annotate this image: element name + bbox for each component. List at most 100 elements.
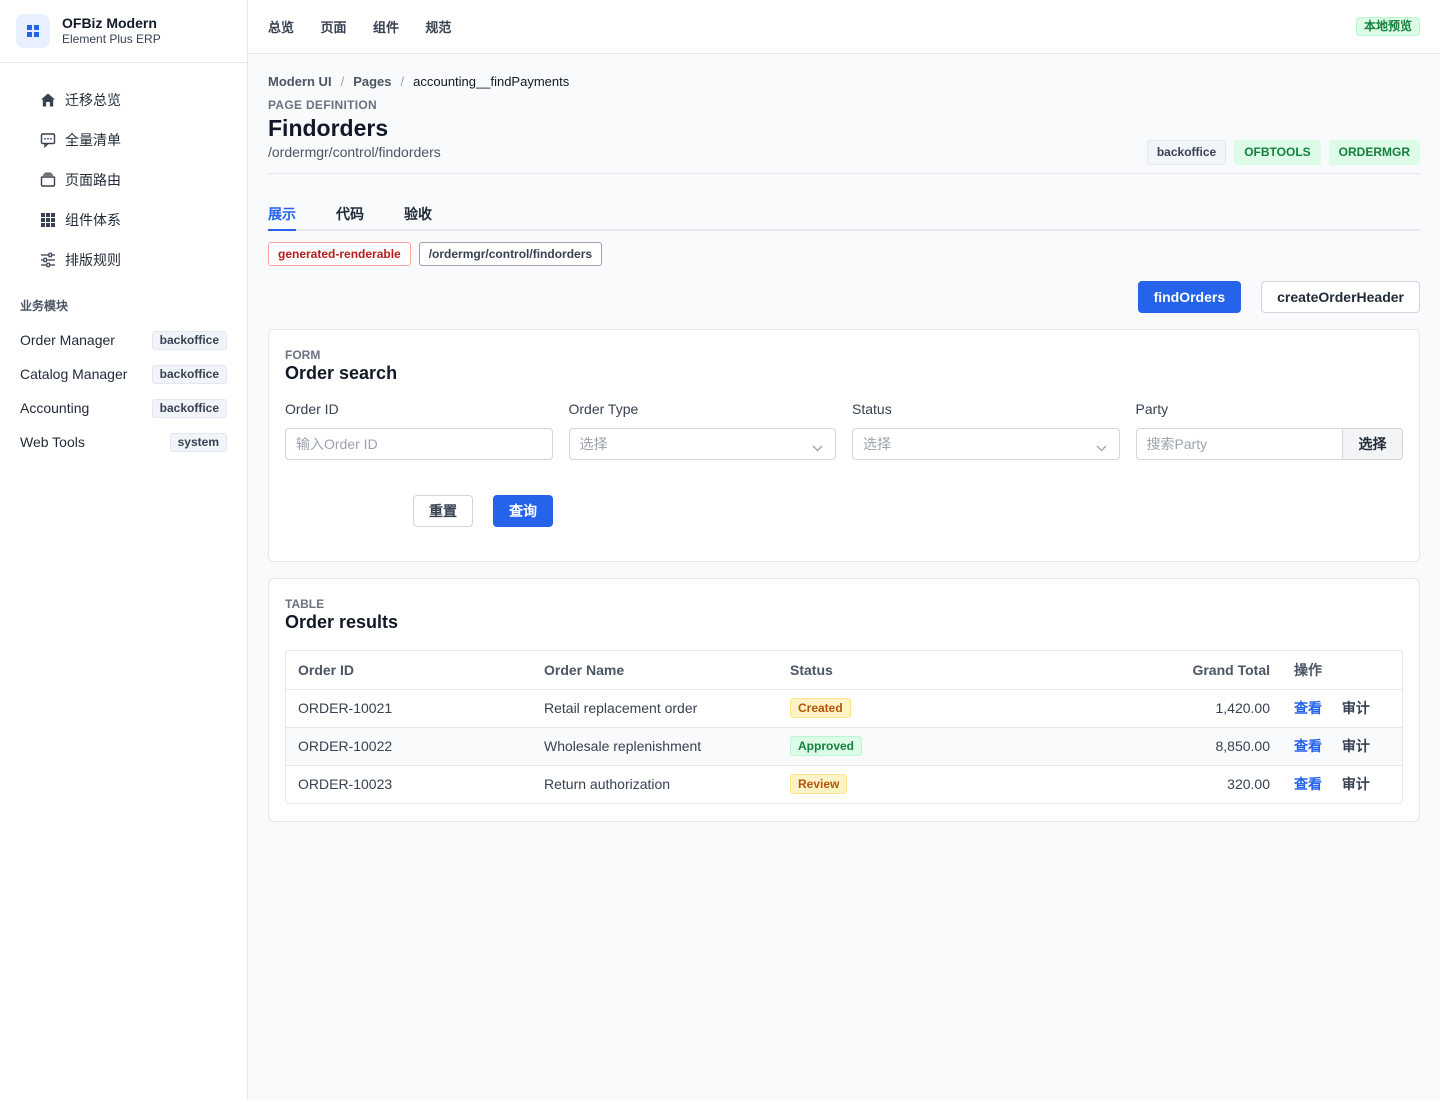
table-row[interactable]: ORDER-10022 Wholesale replenishment Appr… <box>286 727 1402 766</box>
column-header-actions: 操作 <box>1282 651 1402 690</box>
find-orders-button[interactable]: findOrders <box>1137 281 1242 313</box>
audit-link[interactable]: 审计 <box>1342 738 1370 754</box>
status-badge: Review <box>790 774 848 795</box>
breadcrumb-modern-ui[interactable]: Modern UI <box>268 74 332 89</box>
chip-route: /ordermgr/control/findorders <box>418 242 603 266</box>
module-label: Web Tools <box>20 434 85 450</box>
tag-backoffice: backoffice <box>1146 140 1227 165</box>
view-link[interactable]: 查看 <box>1294 776 1322 792</box>
top-nav: 总览 页面 组件 规范 <box>268 17 473 37</box>
module-web-tools[interactable]: Web Tools system <box>0 425 247 459</box>
top-nav-components[interactable]: 组件 <box>373 20 399 35</box>
column-header-status[interactable]: Status <box>778 651 1082 690</box>
view-link[interactable]: 查看 <box>1294 700 1322 716</box>
sidebar-item-label: 组件体系 <box>65 212 121 228</box>
grid-icon <box>40 212 56 228</box>
cell-actions: 查看 审计 <box>1282 727 1402 766</box>
breadcrumb-separator: / <box>400 73 405 89</box>
app-logo-icon <box>16 14 50 48</box>
brand[interactable]: OFBiz Modern Element Plus ERP <box>0 0 247 63</box>
top-nav-overview[interactable]: 总览 <box>268 20 294 35</box>
layers-icon <box>40 172 56 188</box>
chat-icon <box>40 132 56 148</box>
order-type-select[interactable]: 选择 <box>568 428 836 460</box>
card-title: Order results <box>285 612 399 632</box>
column-header-order-name[interactable]: Order Name <box>532 651 778 690</box>
sidebar-item-routes[interactable]: 页面路由 <box>0 160 247 200</box>
table-row[interactable]: ORDER-10021 Retail replacement order Cre… <box>286 689 1402 728</box>
home-icon <box>40 92 56 108</box>
field-order-id: Order ID 输入Order ID <box>285 401 553 460</box>
status-badge: Approved <box>790 736 863 756</box>
sidebar-item-inventory[interactable]: 全量清单 <box>0 120 247 160</box>
column-header-grand-total[interactable]: Grand Total <box>1082 651 1282 690</box>
cell-order-id: ORDER-10022 <box>286 727 532 766</box>
create-order-header-button[interactable]: createOrderHeader <box>1261 281 1420 313</box>
breadcrumb-pages[interactable]: Pages <box>353 74 391 89</box>
module-tag: backoffice <box>151 364 227 384</box>
sidebar-item-typography[interactable]: 排版规则 <box>0 240 247 280</box>
cell-order-id: ORDER-10021 <box>286 689 532 728</box>
field-label: Order Type <box>568 401 639 417</box>
column-header-order-id[interactable]: Order ID <box>286 651 532 690</box>
top-nav-standards[interactable]: 规范 <box>425 20 451 35</box>
results-table: Order ID Order Name Status Grand Total 操… <box>285 650 1403 804</box>
breadcrumb-current: accounting__findPayments <box>413 73 570 89</box>
audit-link[interactable]: 审计 <box>1342 776 1370 792</box>
select-placeholder: 选择 <box>863 436 891 452</box>
cell-grand-total: 8,850.00 <box>1082 727 1282 766</box>
module-tag: backoffice <box>151 330 227 350</box>
status-select[interactable]: 选择 <box>852 428 1120 460</box>
page-actions: findOrders createOrderHeader <box>268 281 1420 313</box>
field-order-type: Order Type 选择 <box>568 401 836 460</box>
cell-status: Approved <box>778 727 1082 766</box>
page-title: Findorders <box>268 115 389 141</box>
search-form-card: FORM Order search Order ID 输入Order ID Or… <box>268 329 1420 562</box>
cell-status: Review <box>778 765 1082 803</box>
status-chips: generated-renderable /ordermgr/control/f… <box>268 242 1420 266</box>
tag-ofbtools: OFBTOOLS <box>1234 140 1321 165</box>
tab-display[interactable]: 展示 <box>268 195 296 229</box>
party-search-input[interactable]: 搜索Party <box>1137 434 1343 454</box>
module-accounting[interactable]: Accounting backoffice <box>0 391 247 425</box>
sidebar-item-label: 全量清单 <box>65 132 121 148</box>
chevron-down-icon <box>812 439 823 455</box>
sidebar-item-components[interactable]: 组件体系 <box>0 200 247 240</box>
select-placeholder: 选择 <box>579 436 608 452</box>
query-button[interactable]: 查询 <box>493 495 553 527</box>
sidebar-item-label: 排版规则 <box>65 252 121 268</box>
cell-order-name: Return authorization <box>544 776 671 793</box>
cell-order-name: Retail replacement order <box>532 689 778 728</box>
cell-actions: 查看 审计 <box>1282 765 1402 803</box>
field-party: Party 搜索Party 选择 <box>1135 401 1403 460</box>
cell-grand-total: 1,420.00 <box>1082 689 1282 728</box>
party-select-button[interactable]: 选择 <box>1342 429 1402 459</box>
form-actions: 重置 查询 <box>285 495 1403 561</box>
cell-grand-total: 320.00 <box>1227 776 1270 793</box>
tab-acceptance[interactable]: 验收 <box>404 195 432 229</box>
order-id-input[interactable]: 输入Order ID <box>285 428 553 460</box>
breadcrumb-separator: / <box>340 73 345 89</box>
card-title: Order search <box>285 363 398 383</box>
reset-button[interactable]: 重置 <box>413 495 473 527</box>
module-catalog-manager[interactable]: Catalog Manager backoffice <box>0 357 247 391</box>
brand-subtitle: Element Plus ERP <box>62 32 161 46</box>
results-table-card: TABLE Order results Order ID Order Name … <box>268 578 1420 822</box>
chevron-down-icon <box>1096 439 1107 455</box>
module-order-manager[interactable]: Order Manager backoffice <box>0 323 247 357</box>
page-kicker: PAGE DEFINITION <box>268 98 377 112</box>
field-label: Order ID <box>285 401 339 417</box>
audit-link[interactable]: 审计 <box>1342 700 1370 716</box>
view-link[interactable]: 查看 <box>1294 738 1322 754</box>
sidebar-item-label: 页面路由 <box>65 172 121 188</box>
party-search-group: 搜索Party 选择 <box>1135 428 1403 460</box>
table-row[interactable]: ORDER-10023 Return authorization Review … <box>286 765 1402 803</box>
main-content: Modern UI / Pages / accounting__findPaym… <box>268 54 1420 822</box>
cell-order-name: Wholesale replenishment <box>532 727 778 766</box>
cell-status: Created <box>778 689 1082 728</box>
sidebar-item-overview[interactable]: 迁移总览 <box>0 80 247 120</box>
top-nav-pages[interactable]: 页面 <box>320 20 346 35</box>
view-tabs: 展示 代码 验收 <box>268 195 1420 231</box>
tag-ordermgr: ORDERMGR <box>1328 140 1420 165</box>
tab-code[interactable]: 代码 <box>336 195 364 229</box>
